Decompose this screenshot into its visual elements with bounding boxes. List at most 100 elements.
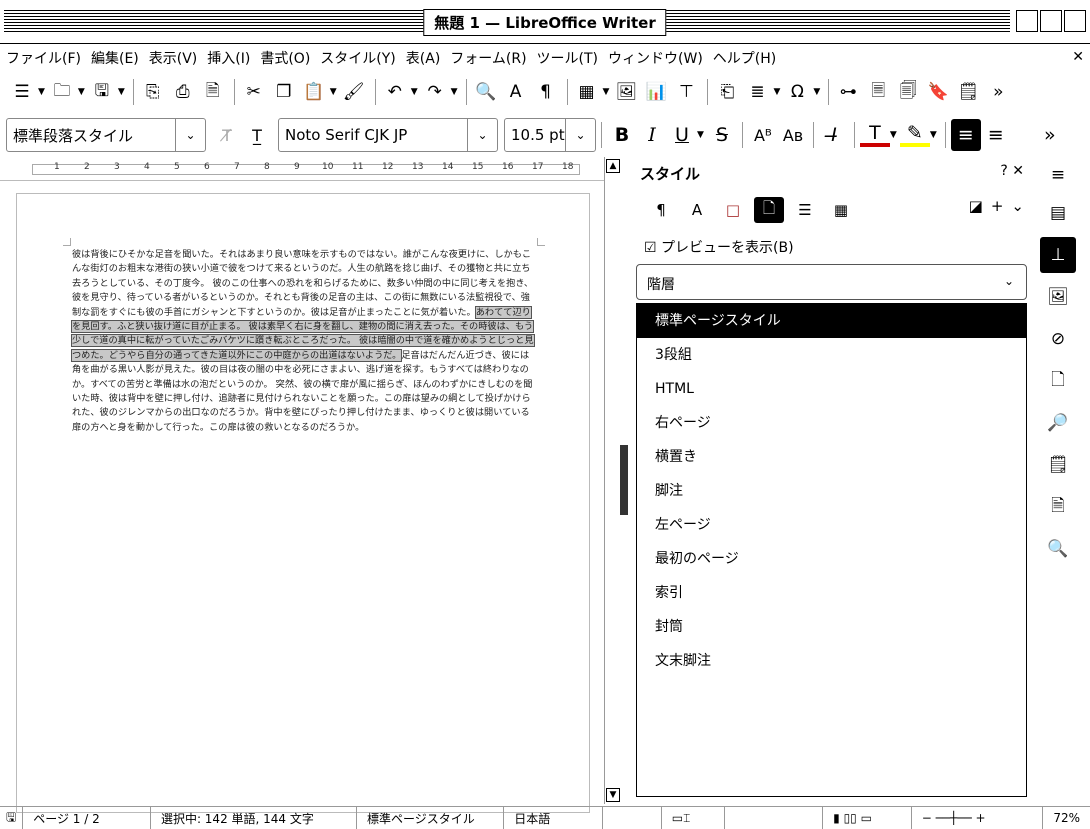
navigator-deck-icon[interactable]: ⊘ xyxy=(1040,321,1076,357)
highlight-dropdown-icon[interactable]: ▼ xyxy=(930,130,937,140)
menu-tools[interactable]: ツール(T) xyxy=(537,48,598,68)
maximize-button[interactable] xyxy=(1040,10,1062,32)
menu-edit[interactable]: 編集(E) xyxy=(91,48,139,68)
print-preview-icon[interactable]: 🗎 xyxy=(199,78,227,106)
style-filter-select[interactable]: 階層 ⌄ xyxy=(636,264,1027,300)
chevron-down-icon[interactable]: ⌄ xyxy=(467,119,497,151)
chevron-down-icon[interactable]: ⌄ xyxy=(175,119,205,151)
document-page[interactable]: 彼は背後にひそかな足音を聞いた。それはあまり良い意味を示すものではない。誰がこん… xyxy=(16,193,590,813)
update-style-icon[interactable]: T̸ xyxy=(212,119,242,151)
character-styles-icon[interactable]: A xyxy=(682,197,712,223)
style-list-item[interactable]: 標準ページスタイル xyxy=(637,304,1026,338)
scroll-up-icon[interactable]: ▲ xyxy=(606,159,620,173)
chevron-down-icon[interactable]: ⌄ xyxy=(1004,274,1014,288)
close-document-icon[interactable]: ✕ xyxy=(1072,49,1084,65)
clone-formatting-icon[interactable]: 🖌 xyxy=(340,78,368,106)
more-toolbar-icon[interactable]: » xyxy=(984,78,1012,106)
save-dropdown-icon[interactable]: ▼ xyxy=(118,87,125,97)
more-formatting-icon[interactable]: » xyxy=(1035,119,1065,151)
style-list-item[interactable]: 脚注 xyxy=(637,474,1026,508)
align-left-icon[interactable]: ≡ xyxy=(950,119,981,151)
find-deck-icon[interactable]: 🔍 xyxy=(1040,531,1076,567)
scroll-down-icon[interactable]: ▼ xyxy=(606,788,620,802)
style-list-item[interactable]: 横置き xyxy=(637,440,1026,474)
bold-icon[interactable]: B xyxy=(607,119,637,151)
minimize-button[interactable] xyxy=(1016,10,1038,32)
find-replace-icon[interactable]: 🔍 xyxy=(472,78,500,106)
underline-dropdown-icon[interactable]: ▼ xyxy=(697,130,704,140)
menu-view[interactable]: 表示(V) xyxy=(149,48,198,68)
formatting-marks-icon[interactable]: ¶ xyxy=(532,78,560,106)
undo-dropdown-icon[interactable]: ▼ xyxy=(411,87,418,97)
design-deck-icon[interactable]: 🗎 xyxy=(1040,489,1076,525)
new-style-icon[interactable]: T̲ xyxy=(242,119,272,151)
save-icon[interactable]: 🖫 xyxy=(88,78,116,106)
font-size-combo[interactable]: 10.5 pt ⌄ xyxy=(504,118,596,152)
clear-formatting-icon[interactable]: I̶ xyxy=(819,119,849,151)
insert-table-icon[interactable]: ▦ xyxy=(573,78,601,106)
cut-icon[interactable]: ✂ xyxy=(240,78,268,106)
page-deck-icon[interactable]: 🗋 xyxy=(1040,363,1076,399)
zoom-slider[interactable]: − ──┼── + xyxy=(912,807,1044,829)
undo-icon[interactable]: ↶ xyxy=(381,78,409,106)
sidebar-splitter[interactable] xyxy=(620,445,628,515)
menu-table[interactable]: 表(A) xyxy=(406,48,441,68)
menu-format[interactable]: 書式(O) xyxy=(260,48,310,68)
styles-deck-icon[interactable]: ⊥ xyxy=(1040,237,1076,273)
show-preview-checkbox[interactable]: ☑ プレビューを表示(B) xyxy=(644,237,794,257)
gallery-deck-icon[interactable]: 🖼 xyxy=(1040,279,1076,315)
fill-format-icon[interactable]: ◪ xyxy=(969,197,983,215)
insert-bookmark-icon[interactable]: 🔖 xyxy=(924,78,952,106)
insert-image-icon[interactable]: 🖼 xyxy=(612,78,640,106)
paragraph-style-combo[interactable]: 標準段落スタイル ⌄ xyxy=(6,118,206,152)
insert-chart-icon[interactable]: 📊 xyxy=(642,78,670,106)
open-dropdown-icon[interactable]: ▼ xyxy=(78,87,85,97)
superscript-icon[interactable]: Aᴮ xyxy=(748,119,778,151)
font-name-combo[interactable]: Noto Serif CJK JP ⌄ xyxy=(278,118,498,152)
subscript-icon[interactable]: Aʙ xyxy=(778,119,808,151)
special-char-dropdown-icon[interactable]: ▼ xyxy=(813,87,820,97)
menu-styles[interactable]: スタイル(Y) xyxy=(320,48,395,68)
chevron-down-icon[interactable]: ⌄ xyxy=(1011,197,1024,215)
insert-mode-status[interactable] xyxy=(603,807,662,829)
list-styles-icon[interactable]: ☰ xyxy=(790,197,820,223)
properties-deck-icon[interactable]: ▤ xyxy=(1040,195,1076,231)
selection-mode-icon[interactable]: ▭⌶ xyxy=(662,807,725,829)
language-status[interactable]: 日本語 xyxy=(504,807,603,829)
menu-file[interactable]: ファイル(F) xyxy=(6,48,81,68)
chevron-down-icon[interactable]: ⌄ xyxy=(565,119,595,151)
sidebar-menu-icon[interactable]: ≡ xyxy=(1040,157,1076,193)
view-layout-icons[interactable]: ▮ ▯▯ ▭ xyxy=(823,807,912,829)
style-list-item[interactable]: 封筒 xyxy=(637,610,1026,644)
manage-changes-deck-icon[interactable]: 🗒 xyxy=(1040,447,1076,483)
field-dropdown-icon[interactable]: ▼ xyxy=(773,87,780,97)
italic-icon[interactable]: I xyxy=(637,119,667,151)
style-list-item[interactable]: 最初のページ xyxy=(637,542,1026,576)
paste-icon[interactable]: 📋 xyxy=(300,78,328,106)
insert-footnote-icon[interactable]: 🗏 xyxy=(864,78,892,106)
paragraph-styles-icon[interactable]: ¶ xyxy=(646,197,676,223)
insert-textbox-icon[interactable]: ⊤ xyxy=(672,78,700,106)
highlight-color-icon[interactable]: ✎ xyxy=(899,122,930,147)
frame-styles-icon[interactable]: □ xyxy=(718,197,748,223)
print-icon[interactable]: ⎙ xyxy=(169,78,197,106)
menu-form[interactable]: フォーム(R) xyxy=(450,48,526,68)
export-pdf-icon[interactable]: ⎘ xyxy=(139,78,167,106)
new-style-menu-icon[interactable]: + xyxy=(991,197,1004,215)
close-window-button[interactable] xyxy=(1064,10,1086,32)
copy-icon[interactable]: ❐ xyxy=(270,78,298,106)
font-color-icon[interactable]: T xyxy=(859,122,890,147)
document-area[interactable]: 彼は背後にひそかな足音を聞いた。それはあまり良い意味を示すものではない。誰がこん… xyxy=(0,180,604,813)
table-styles-icon[interactable]: ▦ xyxy=(826,197,856,223)
align-center-icon[interactable]: ≡ xyxy=(981,119,1011,151)
help-icon[interactable]: ? xyxy=(1000,163,1007,179)
style-list-item[interactable]: 3段組 xyxy=(637,338,1026,372)
insert-cross-reference-icon[interactable]: 🗒 xyxy=(954,78,982,106)
open-folder-icon[interactable]: 🗀 xyxy=(48,78,76,106)
redo-dropdown-icon[interactable]: ▼ xyxy=(451,87,458,97)
style-list[interactable]: 標準ページスタイル 3段組 HTML 右ページ 横置き 脚注 左ページ 最初のペ… xyxy=(636,303,1027,797)
insert-page-break-icon[interactable]: ⎗ xyxy=(713,78,741,106)
close-panel-icon[interactable]: ✕ xyxy=(1012,163,1024,179)
page-number-status[interactable]: ページ 1 / 2 xyxy=(23,807,151,829)
style-list-item[interactable]: 索引 xyxy=(637,576,1026,610)
